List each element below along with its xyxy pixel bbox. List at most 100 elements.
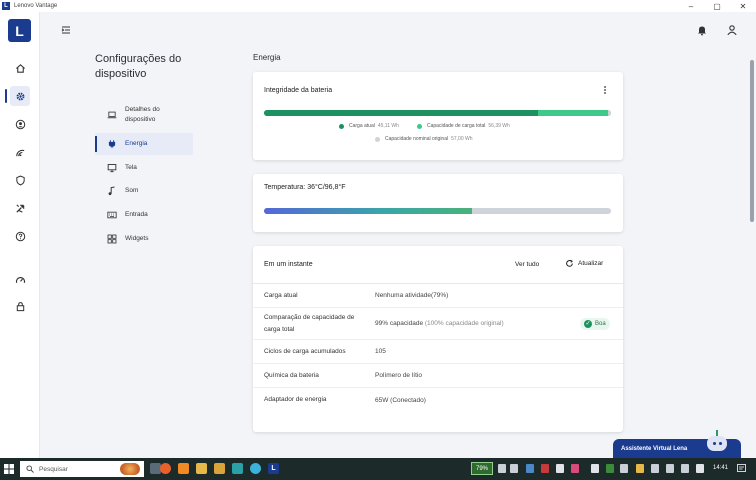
legend-value: 57,00 Wh — [451, 136, 473, 142]
lenovo-vantage-taskbar-icon[interactable]: L — [268, 463, 279, 474]
virtual-assistant-button[interactable]: Assistente Virtual Lena — [613, 430, 741, 458]
nav-item-label: Energia — [125, 140, 148, 147]
row-key: Comparação de capacidade de carga total — [264, 313, 355, 333]
tray-icon[interactable] — [620, 464, 628, 473]
battery-capacity-bar — [264, 110, 611, 116]
tray-icon[interactable] — [571, 464, 579, 473]
refresh-button[interactable]: Atualizar — [565, 259, 603, 268]
overview-title: Em um instante — [264, 261, 313, 268]
account-icon[interactable] — [10, 114, 30, 134]
battery-indicator[interactable]: 79% — [471, 462, 493, 475]
battery-health-title: Integridade da bateria — [264, 87, 333, 94]
row-value-sub: (100% capacidade original) — [423, 320, 504, 327]
vlc-icon[interactable] — [178, 463, 189, 474]
app-logo-small: L — [2, 2, 10, 10]
nav-item-label: Entrada — [125, 211, 148, 218]
tray-icon[interactable] — [510, 464, 518, 473]
vantage-logo[interactable]: L — [8, 19, 31, 42]
user-profile-icon[interactable] — [726, 24, 738, 36]
overview-row: Ciclos de carga acumulados 105 — [253, 340, 623, 364]
original-capacity-segment — [607, 110, 611, 116]
row-value: 65W (Conectado) — [375, 396, 426, 404]
search-placeholder: Pesquisar — [39, 465, 68, 473]
temperature-bar — [264, 208, 611, 214]
row-key: Adaptador de energia — [264, 396, 327, 403]
overview-row: Química da bateria Polímero de lítio — [253, 364, 623, 388]
nav-item-label: Tela — [125, 164, 137, 171]
row-value-group: 99% capacidade (100% capacidade original… — [375, 320, 504, 327]
row-key: Ciclos de carga acumulados — [264, 347, 346, 355]
tray-icon[interactable] — [666, 464, 674, 473]
notification-center-icon[interactable] — [737, 464, 746, 473]
menu-collapse-icon[interactable] — [60, 24, 72, 36]
page-scrollbar[interactable] — [750, 60, 754, 222]
legend-label: Carga atual — [349, 123, 375, 129]
home-icon[interactable] — [10, 58, 30, 78]
windows-start-icon[interactable] — [4, 464, 14, 474]
nav-item-widgets[interactable]: Widgets — [95, 232, 193, 246]
music-note-icon — [106, 185, 118, 197]
search-highlight-image — [120, 463, 140, 475]
performance-gauge-icon[interactable] — [10, 270, 30, 290]
firefox-icon[interactable] — [160, 463, 171, 474]
refresh-icon — [566, 259, 573, 267]
row-value: Nenhuma atividade(79%) — [375, 292, 449, 299]
tray-icon[interactable] — [498, 464, 506, 473]
nav-item-label: Detalhes do dispositivo — [125, 106, 160, 123]
tray-icon[interactable] — [541, 464, 549, 473]
status-badge: ✓ Boa — [580, 317, 610, 330]
tray-icon[interactable] — [651, 464, 659, 473]
tray-icon[interactable] — [526, 464, 534, 473]
legend-value: 45,11 Wh — [377, 123, 399, 129]
windows-taskbar: Pesquisar L 79% 14:41 — [0, 458, 756, 480]
temperature-card: Temperatura: 36°C/96,8°F — [253, 174, 623, 232]
edge-icon[interactable] — [250, 463, 261, 474]
nav-item-display[interactable]: Tela — [95, 161, 193, 175]
wifi-security-icon[interactable] — [10, 142, 30, 162]
settings-gear-icon[interactable] — [5, 86, 30, 106]
maximize-button[interactable]: ▢ — [704, 0, 730, 12]
legend-original-capacity: Capacidade nominal original 57,00 Wh — [375, 136, 473, 142]
store-icon[interactable] — [232, 463, 243, 474]
nav-item-sound[interactable]: Som — [95, 184, 193, 198]
shield-icon[interactable] — [10, 170, 30, 190]
legend-dot — [417, 123, 422, 129]
app-icon[interactable] — [214, 463, 225, 474]
taskbar-search-box[interactable]: Pesquisar — [20, 461, 144, 477]
more-options-icon[interactable] — [603, 85, 607, 95]
app-rail: L — [0, 12, 40, 458]
overview-card: Em um instante Ver tudo Atualizar Carga … — [253, 246, 623, 432]
help-icon[interactable] — [10, 226, 30, 246]
tools-icon[interactable] — [10, 198, 30, 218]
close-button[interactable]: ✕ — [730, 0, 756, 12]
notifications-bell-icon[interactable] — [696, 24, 708, 36]
check-icon: ✓ — [584, 319, 592, 328]
laptop-icon — [106, 109, 118, 121]
nav-item-label: Som — [125, 187, 139, 194]
overview-row: Carga atual Nenhuma atividade(79%) — [253, 284, 623, 308]
see-all-link[interactable]: Ver tudo — [515, 261, 539, 268]
minimize-button[interactable]: – — [678, 0, 704, 12]
badge-label: Boa — [595, 320, 606, 327]
assistant-label: Assistente Virtual Lena — [621, 445, 688, 452]
nav-item-input[interactable]: Entrada — [95, 208, 193, 222]
legend-dot — [339, 123, 344, 129]
tray-icon[interactable] — [696, 464, 704, 473]
tray-icon[interactable] — [556, 464, 564, 473]
overview-row: Adaptador de energia 65W (Conectado) — [253, 388, 623, 412]
nav-item-device-details[interactable]: Detalhes do dispositivo — [95, 104, 193, 126]
tray-icon[interactable] — [636, 464, 644, 473]
taskbar-clock[interactable]: 14:41 — [713, 465, 728, 471]
row-key: Carga atual — [264, 291, 298, 299]
nav-item-energy[interactable]: Energia — [95, 133, 193, 155]
lock-icon[interactable] — [10, 296, 30, 316]
tray-icon[interactable] — [606, 464, 614, 473]
file-explorer-icon[interactable] — [196, 463, 207, 474]
overview-header: Em um instante Ver tudo Atualizar — [253, 246, 623, 284]
legend-value: 56,39 Wh — [488, 123, 510, 129]
tray-icon[interactable] — [591, 464, 599, 473]
battery-health-card: Integridade da bateria Carga atual 45,11… — [253, 72, 623, 160]
top-header — [40, 12, 756, 48]
legend-dot — [375, 136, 380, 142]
tray-icon[interactable] — [681, 464, 689, 473]
